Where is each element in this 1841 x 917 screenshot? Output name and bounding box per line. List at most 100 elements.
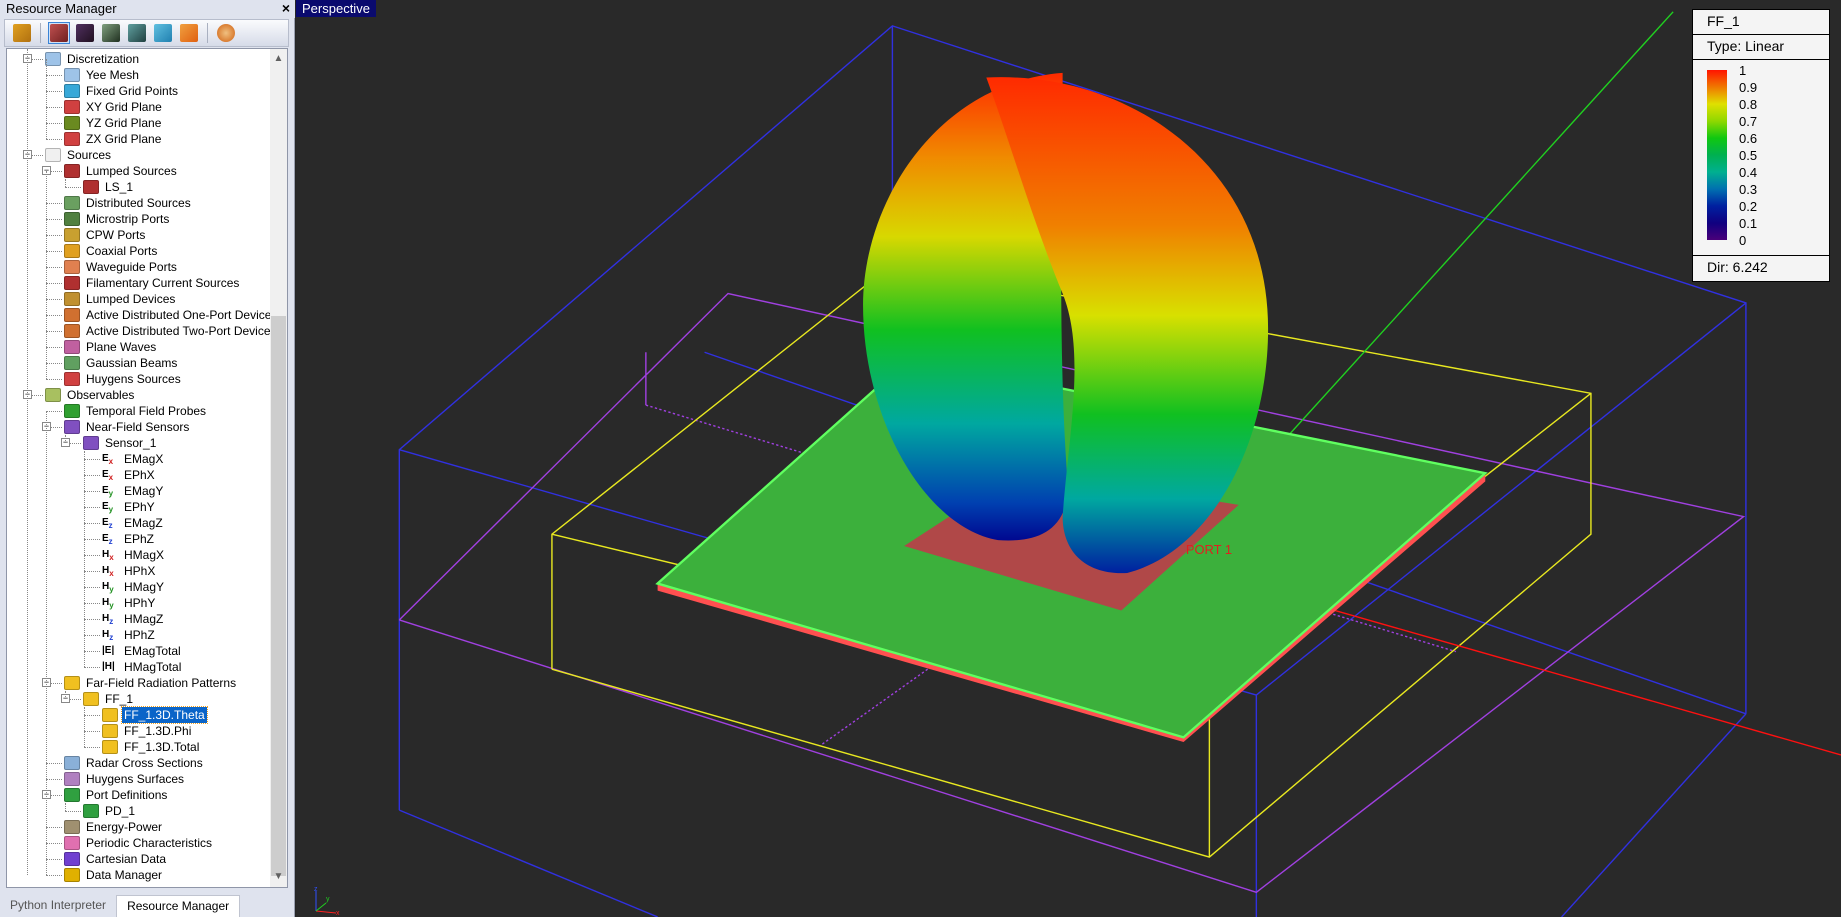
tree-item[interactable]: Port Definitions xyxy=(64,787,169,803)
tree-item[interactable]: Fixed Grid Points xyxy=(64,83,180,99)
tree-item[interactable]: Ez EMagZ xyxy=(102,515,165,531)
tree-item[interactable]: LS_1 xyxy=(83,179,135,195)
tree-item[interactable]: Active Distributed Two-Port Devices xyxy=(64,323,279,339)
tree-item[interactable]: CPW Ports xyxy=(64,227,147,243)
tree-item[interactable]: Distributed Sources xyxy=(64,195,193,211)
tree-item[interactable]: PD_1 xyxy=(83,803,137,819)
tree-item[interactable]: FF_1.3D.Phi xyxy=(102,723,193,739)
tree-item[interactable]: FF_1.3D.Total xyxy=(102,739,201,755)
tree-item[interactable]: Periodic Characteristics xyxy=(64,835,214,851)
close-panel-button[interactable]: × xyxy=(282,0,290,16)
tree-item[interactable]: Hz HMagZ xyxy=(102,611,165,627)
tree-item[interactable]: Discretization xyxy=(45,51,141,67)
grid-icon xyxy=(45,52,61,66)
tree-item[interactable]: Ez EPhZ xyxy=(102,531,156,547)
one-port-icon xyxy=(64,308,80,322)
legend-tick: 0 xyxy=(1739,233,1747,248)
symmetry-button[interactable] xyxy=(178,22,200,44)
tree-item[interactable]: Radar Cross Sections xyxy=(64,755,205,771)
view-mode-label: Perspective xyxy=(296,0,376,17)
tree-item[interactable]: Far-Field Radiation Patterns xyxy=(64,675,238,691)
tree-item[interactable]: Hx HMagX xyxy=(102,547,166,563)
tree-item[interactable]: Cartesian Data xyxy=(64,851,168,867)
tree-item[interactable]: Ey EMagY xyxy=(102,483,165,499)
scroll-down-arrow[interactable]: ▼ xyxy=(270,869,287,885)
tree-scrollbar[interactable]: ▲ ▼ xyxy=(270,49,287,887)
periodic-icon xyxy=(64,836,80,850)
xy-plane-icon xyxy=(64,100,80,114)
tree-item[interactable]: Ex EPhX xyxy=(102,467,157,483)
radar-icon xyxy=(64,756,80,770)
tree-item-label: Fixed Grid Points xyxy=(86,84,179,98)
tree-item-label: FF_1.3D.Theta xyxy=(121,706,208,724)
tree-item[interactable]: Filamentary Current Sources xyxy=(64,275,241,291)
tree-item[interactable]: Waveguide Ports xyxy=(64,259,179,275)
far-field-icon xyxy=(102,708,118,722)
tree-item-label: Data Manager xyxy=(86,868,163,882)
tree-item[interactable]: FF_1.3D.Theta xyxy=(102,706,208,724)
outer-box-edge xyxy=(399,809,658,917)
tree-item[interactable]: Sensor_1 xyxy=(83,435,158,451)
tree-item[interactable]: Temporal Field Probes xyxy=(64,403,208,419)
tree-item-label: PD_1 xyxy=(105,804,136,818)
scene-canvas[interactable]: PORT 1 xyxy=(296,0,1841,917)
tree-item[interactable]: Microstrip Ports xyxy=(64,211,171,227)
yee-mesh-icon xyxy=(64,68,80,82)
data-manager-icon xyxy=(64,868,80,882)
resource-toolbar xyxy=(4,19,289,47)
tree-item[interactable]: Hy HMagY xyxy=(102,579,166,595)
geometry-button[interactable] xyxy=(11,22,33,44)
tree-item[interactable]: Hx HPhX xyxy=(102,563,157,579)
tree-item[interactable]: Hy HPhY xyxy=(102,595,157,611)
tree-item[interactable]: Lumped Sources xyxy=(64,163,179,179)
tree-item[interactable]: Yee Mesh xyxy=(64,67,141,83)
legend-title: FF_1 xyxy=(1693,10,1829,35)
panel-title: Resource Manager xyxy=(6,1,117,16)
project-tree: Discretization − Yee Mesh Fixed Grid Points… xyxy=(6,48,288,888)
params-button[interactable] xyxy=(100,22,122,44)
scripts-button[interactable] xyxy=(152,22,174,44)
tab-resource-manager[interactable]: Resource Manager xyxy=(116,895,241,917)
array-button[interactable] xyxy=(215,22,237,44)
tree-item[interactable]: ZX Grid Plane xyxy=(64,131,163,147)
materials-button[interactable] xyxy=(48,22,70,44)
tab-python-interpreter[interactable]: Python Interpreter xyxy=(0,895,116,917)
tree-item[interactable]: Huygens Surfaces xyxy=(64,771,186,787)
tree-item[interactable]: Data Manager xyxy=(64,867,164,883)
legend-type: Type: Linear xyxy=(1693,35,1829,60)
tree-item[interactable]: Coaxial Ports xyxy=(64,243,159,259)
tree-item[interactable]: Observables xyxy=(45,387,136,403)
tree-item[interactable]: FF_1 xyxy=(83,691,135,707)
tree-item[interactable]: Lumped Devices xyxy=(64,291,177,307)
tree-item[interactable]: Ey EPhY xyxy=(102,499,157,515)
ex-icon: Ex xyxy=(102,469,114,482)
tree-item[interactable]: |E| EMagTotal xyxy=(102,643,183,659)
tree-item-label: Microstrip Ports xyxy=(86,212,170,226)
tree-item[interactable]: Ex EMagX xyxy=(102,451,165,467)
huygens-source-icon xyxy=(64,372,80,386)
scroll-up-arrow[interactable]: ▲ xyxy=(270,51,287,67)
tree-item[interactable]: Near-Field Sensors xyxy=(64,419,191,435)
tree-item[interactable]: Gaussian Beams xyxy=(64,355,179,371)
tree-item[interactable]: XY Grid Plane xyxy=(64,99,164,115)
groups-button[interactable] xyxy=(126,22,148,44)
tree-item-label: Yee Mesh xyxy=(86,68,139,82)
3d-viewport[interactable]: PORT 1 Perspective z y x FF_1 Type: Linear… xyxy=(296,0,1841,917)
tree-item[interactable]: Energy-Power xyxy=(64,819,164,835)
tree-item[interactable]: Active Distributed One-Port Devices xyxy=(64,307,279,323)
tree-item[interactable]: YZ Grid Plane xyxy=(64,115,163,131)
distributed-source-icon xyxy=(64,196,80,210)
svg-text:y: y xyxy=(326,896,330,903)
tree-item[interactable]: Plane Waves xyxy=(64,339,158,355)
hz-icon: Hz xyxy=(102,613,114,626)
tree-item-label: EMagZ xyxy=(124,516,163,530)
colorbar xyxy=(1707,70,1727,240)
tree-item[interactable]: Hz HPhZ xyxy=(102,627,157,643)
waveforms-button[interactable] xyxy=(74,22,96,44)
h-total-icon: |H| xyxy=(102,661,115,672)
tree-item[interactable]: Sources xyxy=(45,147,113,163)
tree-item-label: HPhX xyxy=(124,564,156,578)
tree-item[interactable]: Huygens Sources xyxy=(64,371,183,387)
tree-item[interactable]: |H| HMagTotal xyxy=(102,659,183,675)
scrollbar-thumb[interactable] xyxy=(271,316,286,876)
